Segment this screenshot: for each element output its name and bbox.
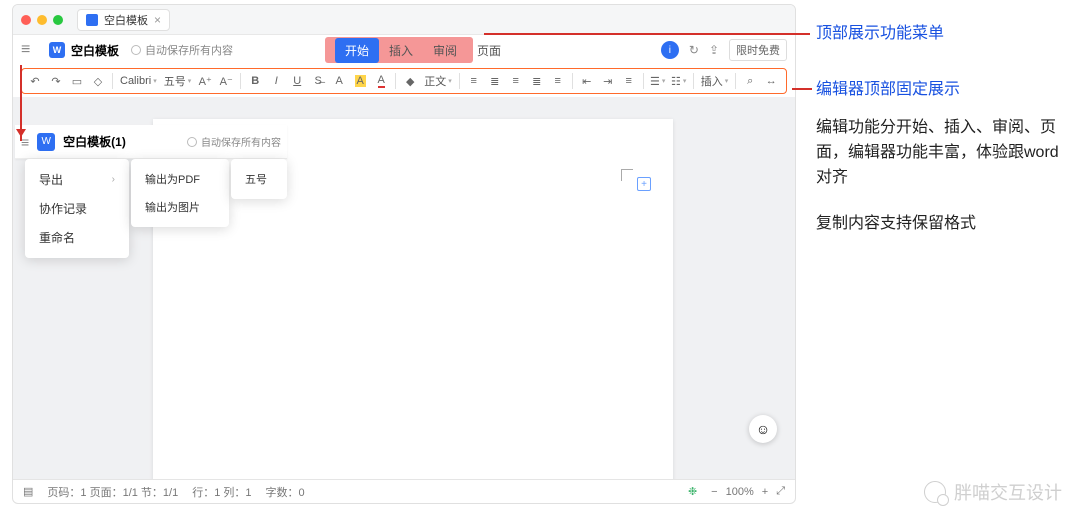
editor-toolbar: ↶ ↷ ▭ ◇ Calibri▾ 五号▾ A⁺ A⁻ B I U S̶ A A … [21, 68, 787, 94]
align-right-icon[interactable]: ≡ [509, 75, 523, 87]
user-avatar[interactable]: i [661, 41, 679, 59]
align-justify-icon[interactable]: ≣ [530, 75, 544, 88]
undo-icon[interactable]: ↶ [28, 75, 42, 88]
status-wordcount: 字数：0 [266, 484, 305, 500]
wechat-icon[interactable]: ❉ [688, 485, 697, 498]
floating-doc-title: 空白模板(1) [63, 133, 126, 150]
italic-icon[interactable]: I [269, 75, 283, 87]
doc-title-chip[interactable]: W 空白模板 [49, 42, 119, 59]
limited-free-button[interactable]: 限时免费 [729, 39, 787, 61]
doc-icon: W [37, 133, 55, 151]
annotation-arrow [792, 88, 812, 90]
annotation-label: 编辑功能分开始、插入、审阅、页面，编辑器功能丰富，体验跟word对齐 [816, 116, 1072, 190]
menu-item-export[interactable]: 导出› [25, 165, 129, 194]
context-menu-main: 导出› 协作记录 重命名 [25, 159, 129, 258]
font-size-select[interactable]: 五号▾ [164, 73, 192, 89]
menu-item-collab-history[interactable]: 协作记录 [25, 194, 129, 223]
doc-icon [86, 14, 98, 26]
top-menus: 开始 插入 审阅 页面 [335, 38, 511, 63]
wechat-icon [924, 481, 946, 503]
maximize-icon[interactable] [53, 15, 63, 25]
doc-title: 空白模板 [71, 42, 119, 59]
status-bar: ▤ 页码：1 页面：1/1 节：1/1 行：1 列：1 字数：0 ❉ − 100… [13, 479, 795, 503]
annotation-arrow [20, 65, 22, 141]
status-cursor: 行：1 列：1 [192, 484, 251, 500]
align-distribute-icon[interactable]: ≡ [551, 75, 565, 87]
align-left-icon[interactable]: ≡ [467, 75, 481, 87]
tab-title: 空白模板 [104, 12, 148, 28]
hamburger-icon[interactable]: ≡ [21, 41, 37, 59]
insert-dropdown[interactable]: 插入▾ [701, 73, 729, 89]
annotation-label: 复制内容支持保留格式 [816, 212, 976, 237]
floating-autosave: 自动保存所有内容 [187, 134, 281, 149]
status-page: 页码：1 页面：1/1 节：1/1 [47, 484, 178, 500]
sync-icon [131, 45, 141, 55]
align-center-icon[interactable]: ≣ [488, 75, 502, 88]
sync-icon [187, 137, 197, 147]
fill-color-icon[interactable]: ◆ [403, 75, 417, 88]
redo-icon[interactable]: ↷ [49, 75, 63, 88]
window-tabbar: 空白模板 × [13, 5, 795, 35]
history-icon[interactable]: ↻ [689, 43, 699, 57]
menu-page[interactable]: 页面 [467, 38, 511, 63]
strikethrough-icon[interactable]: S̶ [311, 75, 325, 87]
tab-close-icon[interactable]: × [154, 13, 161, 27]
assistant-button[interactable]: ☺ [749, 415, 777, 443]
floating-doc-header: ≡ W 空白模板(1) 自动保存所有内容 [15, 125, 287, 159]
format-painter-icon[interactable]: ▭ [70, 75, 84, 88]
menu-review[interactable]: 审阅 [423, 38, 467, 63]
annotation-arrow [484, 33, 810, 35]
autosave-indicator[interactable]: 自动保存所有内容 [131, 42, 233, 58]
font-style-icon[interactable]: A [332, 75, 346, 87]
margin-marker-icon [621, 169, 633, 181]
line-spacing-icon[interactable]: ≡ [622, 75, 636, 87]
search-icon[interactable]: ⌕ [743, 75, 757, 88]
window-controls[interactable] [21, 15, 63, 25]
editor-workspace: + ≡ W 空白模板(1) 自动保存所有内容 导出› 协作记录 重命名 输出为P… [13, 97, 795, 479]
fit-page-icon[interactable]: ⤢ [776, 485, 785, 498]
watermark: 胖喵交互设计 [924, 479, 1062, 505]
toolbar-container: ↶ ↷ ▭ ◇ Calibri▾ 五号▾ A⁺ A⁻ B I U S̶ A A … [13, 65, 795, 97]
more-icon[interactable]: ↔ [764, 75, 778, 87]
doc-icon: W [49, 42, 65, 58]
context-menu-fontsize: 五号 [231, 159, 287, 199]
indent-increase-icon[interactable]: ⇥ [601, 75, 615, 88]
indent-decrease-icon[interactable]: ⇤ [580, 75, 594, 88]
add-content-button[interactable]: + [637, 177, 651, 191]
highlight-icon[interactable]: A [353, 75, 367, 87]
menu-start[interactable]: 开始 [335, 38, 379, 63]
close-icon[interactable] [21, 15, 31, 25]
context-menu-export-sub: 输出为PDF 输出为图片 [131, 159, 229, 227]
bold-icon[interactable]: B [248, 75, 262, 87]
number-list-icon[interactable]: ☷▾ [672, 75, 686, 88]
browser-tab[interactable]: 空白模板 × [77, 9, 170, 31]
font-increase-icon[interactable]: A⁺ [198, 75, 212, 88]
menu-bar: ≡ W 空白模板 自动保存所有内容 开始 插入 审阅 页面 i ↻ ⇪ 限时免费 [13, 35, 795, 65]
font-select[interactable]: Calibri▾ [120, 75, 157, 87]
menu-item-export-image[interactable]: 输出为图片 [131, 193, 229, 221]
clear-format-icon[interactable]: ◇ [91, 75, 105, 88]
status-doc-icon[interactable]: ▤ [23, 485, 33, 498]
zoom-in-button[interactable]: + [762, 486, 768, 498]
menu-insert[interactable]: 插入 [379, 38, 423, 63]
annotation-label: 顶部展示功能菜单 [816, 22, 944, 47]
zoom-value: 100% [726, 486, 754, 498]
menu-item-font-size-option[interactable]: 五号 [231, 165, 287, 193]
annotation-label: 编辑器顶部固定展示 [816, 78, 960, 103]
app-window: 空白模板 × ≡ W 空白模板 自动保存所有内容 开始 插入 审阅 页面 i ↻… [12, 4, 796, 504]
menu-item-rename[interactable]: 重命名 [25, 223, 129, 252]
font-color-icon[interactable]: A [374, 74, 388, 88]
menu-item-export-pdf[interactable]: 输出为PDF [131, 165, 229, 193]
autosave-label: 自动保存所有内容 [145, 42, 233, 58]
paragraph-style-select[interactable]: 正文▾ [424, 73, 452, 89]
share-icon[interactable]: ⇪ [709, 43, 719, 57]
zoom-controls: − 100% + ⤢ [711, 485, 785, 498]
watermark-text: 胖喵交互设计 [954, 479, 1062, 505]
bullet-list-icon[interactable]: ☰▾ [651, 75, 665, 88]
header-right-actions: i ↻ ⇪ 限时免费 [661, 39, 787, 61]
zoom-out-button[interactable]: − [711, 486, 717, 498]
underline-icon[interactable]: U [290, 75, 304, 87]
font-decrease-icon[interactable]: A⁻ [219, 75, 233, 88]
minimize-icon[interactable] [37, 15, 47, 25]
